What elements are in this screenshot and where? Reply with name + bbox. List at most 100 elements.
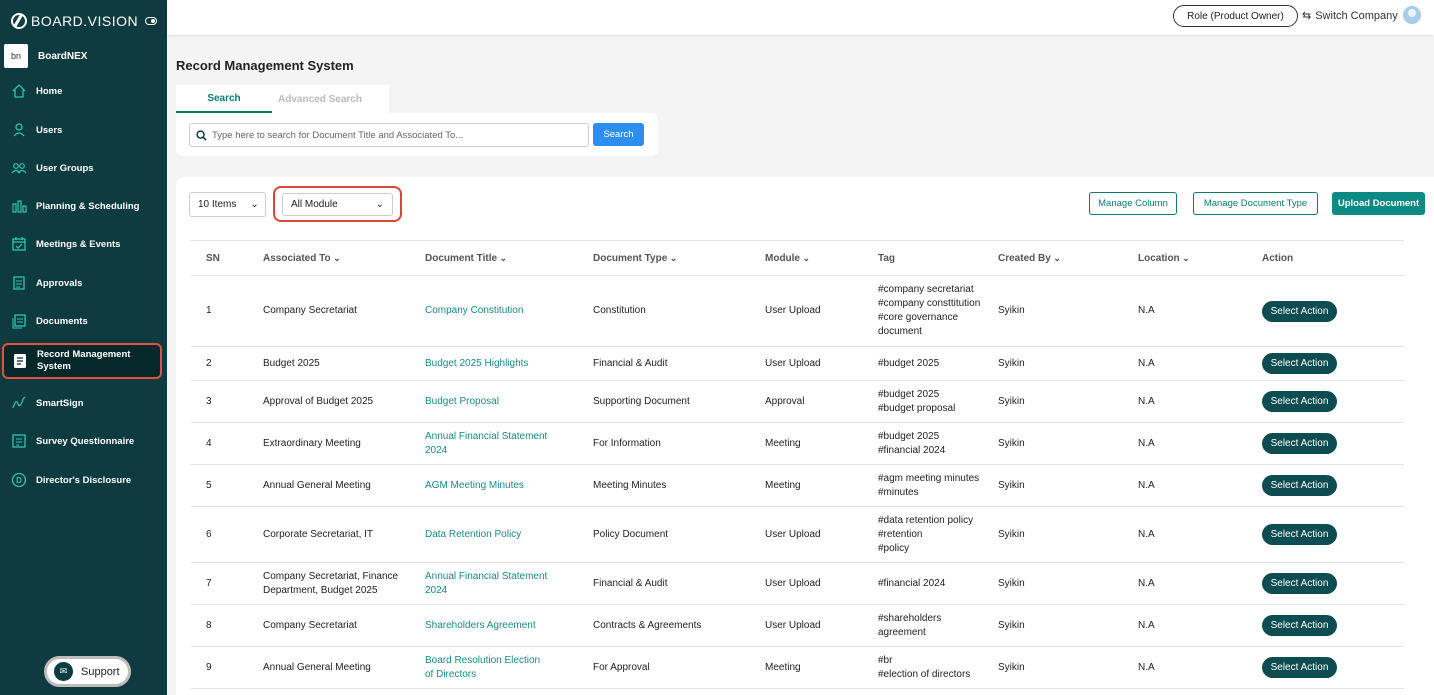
select-action-button[interactable]: Select Action — [1262, 353, 1337, 374]
sidebar-item-label: Meetings & Events — [36, 238, 121, 250]
sidebar-item-user-groups[interactable]: User Groups — [0, 155, 167, 181]
role-button[interactable]: Role (Product Owner) — [1173, 5, 1298, 27]
cell-action: Select Action — [1262, 506, 1404, 563]
sidebar-item-label: Users — [36, 124, 63, 136]
sidebar-item-approvals[interactable]: Approvals — [0, 270, 167, 296]
cell-created-by: Syikin — [998, 604, 1138, 647]
table-row: 5 Annual General Meeting AGM Meeting Minut… — [191, 464, 1404, 507]
sidebar-item-meetings[interactable]: Meetings & Events — [0, 231, 167, 257]
cell-associated-to: Company Secretariat — [263, 275, 425, 347]
chevron-down-icon: ⌄ — [250, 199, 259, 210]
sidebar-item-label: Approvals — [36, 277, 83, 289]
cell-document-type: Contracts & Agreements — [593, 604, 765, 647]
cell-associated-to: Annual General Meeting — [263, 646, 425, 689]
sidebar-toggle-icon[interactable] — [145, 17, 157, 25]
tab-advanced-search[interactable]: Advanced Search — [272, 85, 368, 113]
manage-document-type-button[interactable]: Manage Document Type — [1193, 192, 1318, 215]
cell-module: Approval — [765, 380, 878, 423]
document-title-link[interactable]: Company Constitution — [425, 275, 593, 347]
search-button[interactable]: Search — [593, 123, 644, 146]
search-input[interactable]: Type here to search for Document Title a… — [189, 123, 589, 147]
cell-created-by: Syikin — [998, 506, 1138, 563]
cell-created-by: Syikin — [998, 346, 1138, 381]
avatar[interactable] — [1403, 6, 1421, 24]
items-per-page-value: 10 Items — [198, 199, 237, 210]
sidebar-item-smartsign[interactable]: SmartSign — [0, 390, 167, 416]
cell-module: User Upload — [765, 604, 878, 647]
document-title-link[interactable]: Shareholders Agreement — [425, 604, 593, 647]
tab-search[interactable]: Search — [176, 85, 272, 113]
document-title-link[interactable]: Annual Financial Statement 2024 — [425, 562, 593, 605]
cell-module: User Upload — [765, 275, 878, 347]
cell-action: Select Action — [1262, 562, 1404, 605]
cell-associated-to: Corporate Secretariat, IT — [263, 506, 425, 563]
brand-logo-icon — [11, 13, 27, 29]
select-action-button[interactable]: Select Action — [1262, 300, 1337, 322]
header-location[interactable]: Location — [1138, 240, 1262, 276]
select-action-button[interactable]: Select Action — [1262, 391, 1337, 412]
module-select-highlight: All Module ⌄ — [273, 186, 402, 222]
header-action: Action — [1262, 240, 1404, 276]
document-title-link[interactable]: Annual Financial Statement 2024 — [425, 422, 593, 465]
table-row: 3 Approval of Budget 2025 Budget Proposal S… — [191, 380, 1404, 423]
header-document-type[interactable]: Document Type — [593, 240, 765, 276]
document-title-link[interactable]: Budget 2025 Highlights — [425, 346, 593, 381]
org-switcher[interactable]: bn BoardNEX — [0, 42, 167, 70]
document-title-link[interactable]: Budget Proposal — [425, 380, 593, 423]
select-action-button[interactable]: Select Action — [1262, 475, 1337, 496]
sidebar-item-label: Home — [36, 85, 63, 97]
select-action-button[interactable]: Select Action — [1262, 657, 1337, 678]
cell-location: N.A — [1138, 275, 1262, 347]
cell-created-by: Syikin — [998, 562, 1138, 605]
cell-associated-to: Approval of Budget 2025 — [263, 380, 425, 423]
brand: BOARD.VISION — [0, 0, 167, 42]
sidebar-item-home[interactable]: Home — [0, 78, 167, 104]
cell-tag: #budget 2025 — [878, 346, 998, 381]
select-action-button[interactable]: Select Action — [1262, 573, 1337, 594]
header-associated-to[interactable]: Associated To — [263, 240, 425, 276]
header-document-title[interactable]: Document Title — [425, 240, 593, 276]
cell-document-type: Financial & Audit — [593, 562, 765, 605]
sidebar-item-label: Planning & Scheduling — [36, 200, 140, 212]
sidebar: BOARD.VISION bn BoardNEX Home Users User… — [0, 0, 167, 695]
select-action-button[interactable]: Select Action — [1262, 524, 1337, 545]
chevron-down-icon: ⌄ — [375, 199, 384, 210]
cell-document-type: Supporting Document — [593, 380, 765, 423]
sidebar-item-documents[interactable]: Documents — [0, 308, 167, 334]
header-module[interactable]: Module — [765, 240, 878, 276]
svg-text:D: D — [16, 476, 22, 485]
cell-sn: 3 — [191, 380, 263, 423]
module-select[interactable]: All Module ⌄ — [282, 193, 393, 216]
cell-created-by: Syikin — [998, 464, 1138, 507]
items-per-page-select[interactable]: 10 Items ⌄ — [189, 192, 266, 217]
select-action-button[interactable]: Select Action — [1262, 433, 1337, 454]
search-placeholder: Type here to search for Document Title a… — [212, 129, 464, 141]
sidebar-item-planning[interactable]: Planning & Scheduling — [0, 193, 167, 219]
cell-sn: 4 — [191, 422, 263, 465]
manage-column-button[interactable]: Manage Column — [1089, 192, 1177, 215]
cell-sn: 5 — [191, 464, 263, 507]
document-title-link[interactable]: AGM Meeting Minutes — [425, 464, 593, 507]
document-title-link[interactable]: Data Retention Policy — [425, 506, 593, 563]
cell-action: Select Action — [1262, 380, 1404, 423]
select-action-button[interactable]: Select Action — [1262, 615, 1337, 636]
records-table: SN Associated To Document Title Document… — [191, 240, 1404, 689]
support-button[interactable]: ✉ Support — [44, 656, 131, 687]
sidebar-item-disclosure[interactable]: D Director's Disclosure — [0, 467, 167, 493]
header-created-by[interactable]: Created By — [998, 240, 1138, 276]
org-logo: bn — [4, 44, 28, 68]
document-title-link[interactable]: Board Resolution Election of Directors — [425, 646, 593, 689]
sidebar-item-label: User Groups — [36, 162, 94, 174]
cell-location: N.A — [1138, 604, 1262, 647]
sidebar-item-label: Documents — [36, 315, 88, 327]
sidebar-item-users[interactable]: Users — [0, 117, 167, 143]
search-tabs: Search Advanced Search — [176, 85, 389, 113]
upload-document-button[interactable]: Upload Document — [1332, 192, 1425, 215]
cell-document-type: Constitution — [593, 275, 765, 347]
sidebar-item-survey[interactable]: Survey Questionnaire — [0, 428, 167, 454]
search-icon — [196, 129, 207, 141]
sidebar-item-record-management[interactable]: Record Management System — [2, 343, 162, 379]
switch-company-button[interactable]: ⇆ Switch Company — [1302, 9, 1398, 23]
cell-module: User Upload — [765, 506, 878, 563]
record-icon — [14, 354, 26, 368]
